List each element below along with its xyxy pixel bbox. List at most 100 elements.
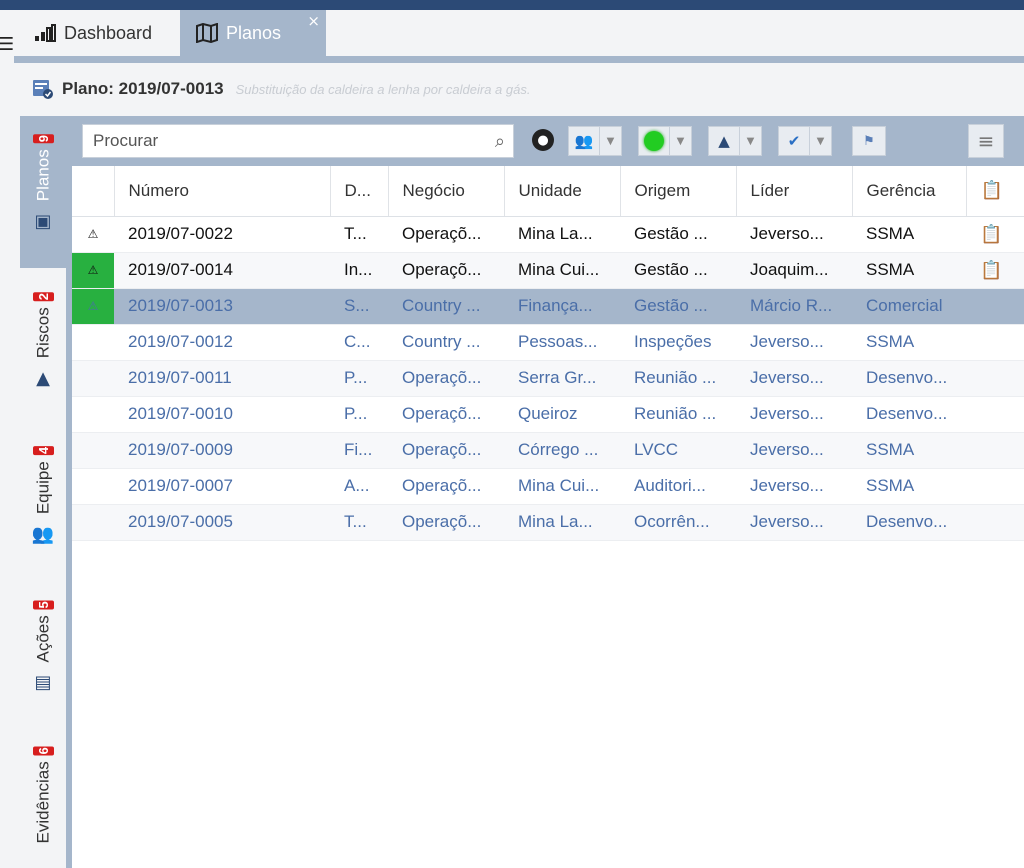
warning-flag-icon [72, 468, 114, 505]
side-tab-planos[interactable]: Planos 9 ▣ [20, 116, 66, 268]
table-row[interactable]: ⚠ 2019/07-0013 S... Country ... Finança... Ge… [72, 288, 1024, 325]
cell-checklist [966, 468, 1024, 505]
cell-lider: Jeverso... [736, 432, 852, 469]
column-header-origem[interactable]: Origem [620, 166, 737, 217]
table-row[interactable]: ⚠ 2019/07-0022 T... Operaçõ... Mina La... Ges… [72, 216, 1024, 253]
team-filter-button[interactable]: 👥 ▼ [568, 126, 622, 156]
table-row[interactable]: ⚠ 2019/07-0014 In... Operaçõ... Mina Cui... G… [72, 252, 1024, 289]
tab-planos-label: Planos [226, 22, 282, 43]
column-header-gerencia[interactable]: Gerência [852, 166, 967, 217]
cell-gerencia: Desenvo... [852, 504, 966, 541]
cell-unidade: Mina Cui... [504, 468, 620, 505]
tab-planos[interactable]: Planos × [180, 10, 326, 56]
top-bar [0, 0, 1024, 10]
tab-bar: Dashboard Planos × [14, 10, 1024, 56]
cell-d: P... [330, 360, 388, 397]
tab-dashboard[interactable]: Dashboard [34, 10, 152, 56]
cell-origem: LVCC [620, 432, 736, 469]
column-header-negocio[interactable]: Negócio [388, 166, 505, 217]
cell-negocio: Operaçõ... [388, 360, 504, 397]
user-filter-icon[interactable]: ● [532, 129, 554, 151]
column-header-unidade[interactable]: Unidade [504, 166, 621, 217]
warning-flag-icon [72, 360, 114, 397]
cell-unidade: Finança... [504, 288, 620, 325]
team-icon: 👥 [31, 524, 55, 546]
warning-flag-icon: ⚠ [72, 216, 114, 253]
search-icon[interactable]: ⌕ [495, 131, 505, 152]
clipboard-check-icon[interactable]: 📋 [980, 224, 1002, 245]
cell-gerencia: SSMA [852, 252, 966, 289]
map-icon [196, 23, 218, 43]
side-tab-acoes[interactable]: Ações 5 ▤ [20, 594, 66, 714]
cell-unidade: Córrego ... [504, 432, 620, 469]
cell-checklist [966, 360, 1024, 397]
cell-numero: 2019/07-0007 [114, 468, 330, 505]
cell-lider: Jeverso... [736, 396, 852, 433]
plans-table: Número D... Negócio Unidade Origem Líder… [72, 166, 1024, 541]
warning-flag-icon [72, 324, 114, 361]
toolbar: ⌕ ● 👥 ▼ ▼ ▲ ▼ ✔ ▼ ⚑ ≡ [72, 116, 1024, 166]
tab-underline [14, 56, 1024, 63]
table-row[interactable]: 2019/07-0007 A... Operaçõ... Mina Cui... Aud… [72, 468, 1024, 505]
plan-title: Plano: 2019/07-0013 [62, 79, 224, 98]
cell-numero: 2019/07-0010 [114, 396, 330, 433]
column-header-numero[interactable]: Número [114, 166, 331, 217]
search-input[interactable] [93, 131, 473, 151]
cell-unidade: Queiroz [504, 396, 620, 433]
cell-numero: 2019/07-0005 [114, 504, 330, 541]
column-header-flag [72, 166, 115, 217]
table-row[interactable]: 2019/07-0011 P... Operaçõ... Serra Gr... Reu… [72, 360, 1024, 397]
columns-menu-button[interactable]: ≡ [968, 124, 1004, 158]
status-filter-button[interactable]: ▼ [638, 126, 692, 156]
cell-origem: Gestão ... [620, 288, 736, 325]
cell-numero: 2019/07-0013 [114, 288, 330, 325]
check-icon: ✔ [787, 132, 801, 150]
count-badge: 9 [32, 134, 54, 144]
clipboard-check-icon[interactable]: 📋 [980, 260, 1002, 281]
cell-lider: Jeverso... [736, 360, 852, 397]
cell-checklist [966, 504, 1024, 541]
cell-d: C... [330, 324, 388, 361]
side-tab-label: Equipe [33, 461, 52, 515]
side-tab-evidencias[interactable]: Evidências 6 [20, 740, 66, 868]
cell-origem: Auditori... [620, 468, 736, 505]
flag-filter-button[interactable]: ⚑ [852, 126, 886, 156]
check-filter-button[interactable]: ✔ ▼ [778, 126, 832, 156]
column-header-lider[interactable]: Líder [736, 166, 853, 217]
column-header-checklist[interactable]: 📋 [966, 166, 1024, 217]
close-icon[interactable]: × [307, 12, 320, 30]
risk-filter-button[interactable]: ▲ ▼ [708, 126, 762, 156]
warning-flag-icon [72, 396, 114, 433]
cell-negocio: Operaçõ... [388, 252, 504, 289]
table-header-row: Número D... Negócio Unidade Origem Líder… [72, 166, 1024, 217]
cell-lider: Jeverso... [736, 216, 852, 253]
warning-icon: ▲ [36, 368, 50, 390]
tab-dashboard-label: Dashboard [64, 22, 153, 43]
side-tab-equipe[interactable]: Equipe 4 👥 [20, 440, 66, 570]
cell-origem: Gestão ... [620, 252, 736, 289]
cell-d: P... [330, 396, 388, 433]
cell-gerencia: SSMA [852, 324, 966, 361]
hamburger-icon[interactable]: ☰ [0, 34, 14, 55]
table-row[interactable]: 2019/07-0012 C... Country ... Pessoas... Ins… [72, 324, 1024, 361]
table-row[interactable]: 2019/07-0010 P... Operaçõ... Queiroz Reunião… [72, 396, 1024, 433]
cell-numero: 2019/07-0009 [114, 432, 330, 469]
cell-gerencia: Desenvo... [852, 396, 966, 433]
cell-checklist[interactable]: 📋 [966, 252, 1024, 289]
cell-numero: 2019/07-0014 [114, 252, 330, 289]
cell-numero: 2019/07-0011 [114, 360, 330, 397]
cell-origem: Inspeções [620, 324, 736, 361]
cell-negocio: Operaçõ... [388, 396, 504, 433]
cell-lider: Joaquim... [736, 252, 852, 289]
cell-gerencia: SSMA [852, 468, 966, 505]
column-header-descricao[interactable]: D... [330, 166, 389, 217]
cell-checklist[interactable]: 📋 [966, 216, 1024, 253]
cell-d: Fi... [330, 432, 388, 469]
table-row[interactable]: 2019/07-0005 T... Operaçõ... Mina La... Ocor… [72, 504, 1024, 541]
warning-flag-icon [72, 504, 114, 541]
cell-d: A... [330, 468, 388, 505]
table-row[interactable]: 2019/07-0009 Fi... Operaçõ... Córrego ... LV… [72, 432, 1024, 469]
side-tab-riscos[interactable]: Riscos 2 ▲ [20, 286, 66, 416]
chevron-down-icon: ▼ [739, 127, 761, 155]
side-tab-label: Planos [33, 149, 52, 202]
